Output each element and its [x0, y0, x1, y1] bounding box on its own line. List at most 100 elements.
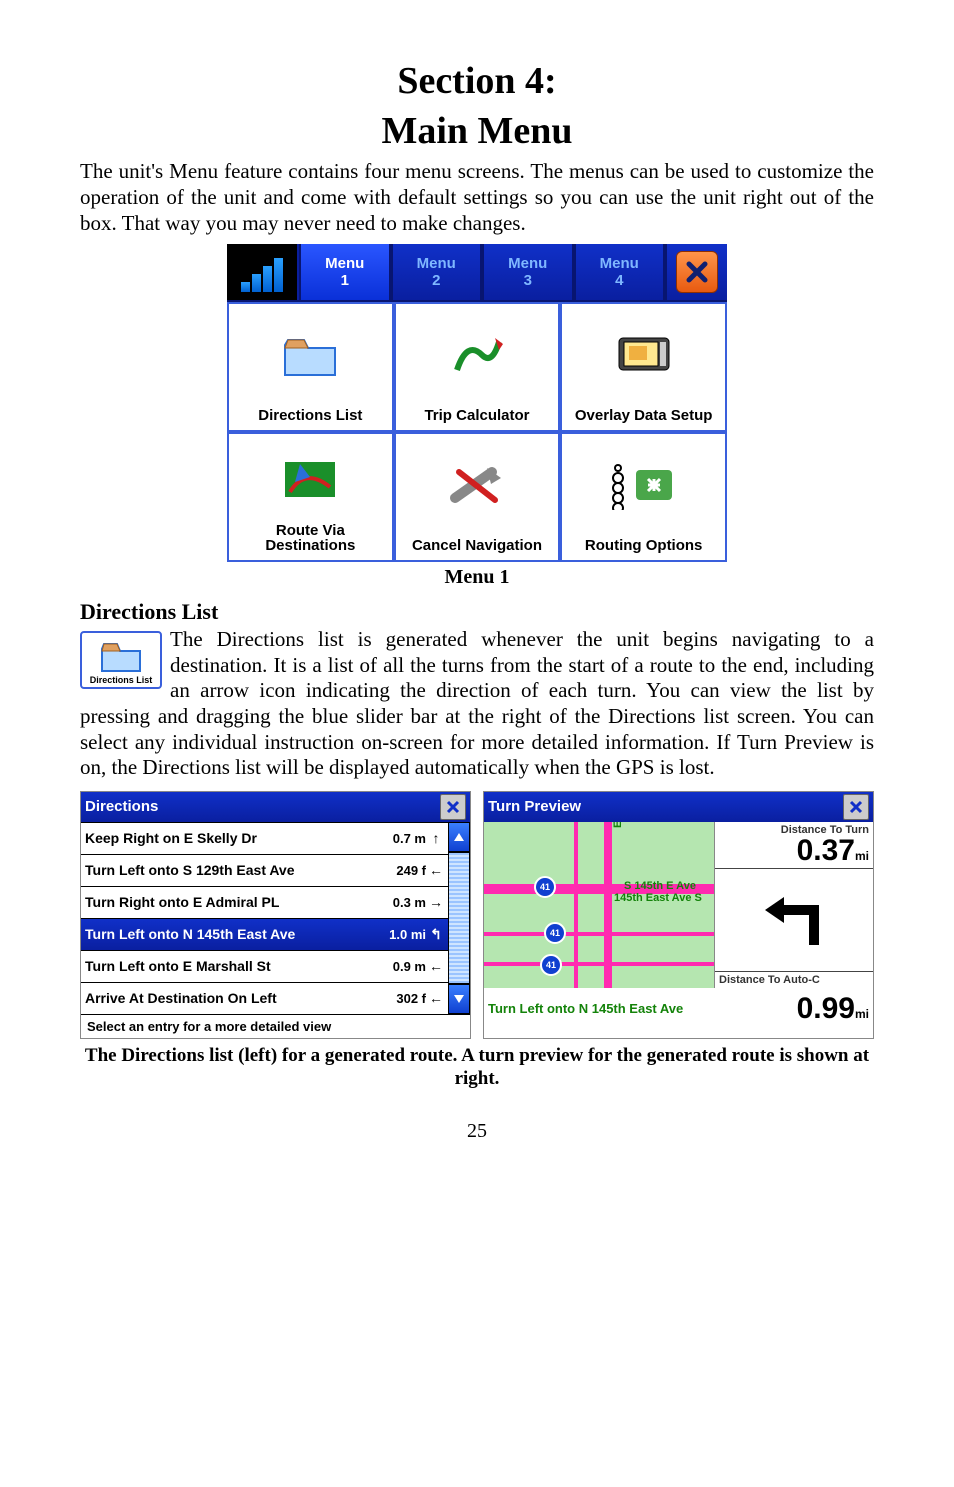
arrow-icon: ← [428, 990, 444, 1006]
scroll-up-button[interactable] [448, 822, 470, 852]
turn-arrow-box [715, 869, 873, 972]
tab-menu-1[interactable]: Menu 1 [299, 244, 391, 300]
panel-title: Turn Preview [488, 798, 581, 815]
menu-item-label: Directions List [258, 408, 362, 424]
close-button[interactable] [676, 251, 718, 293]
intro-paragraph: The unit's Menu feature contains four me… [80, 159, 874, 236]
route-icon [280, 434, 340, 521]
gps-device-icon [609, 304, 679, 406]
direction-distance: 1.0 mi [389, 927, 426, 942]
close-icon [685, 260, 709, 284]
tab-label: Menu [417, 255, 456, 272]
close-button[interactable] [843, 794, 869, 820]
distance-to-turn-box: Distance To Turn 0.37mi [715, 822, 873, 869]
close-button-container [665, 244, 727, 300]
direction-distance: 249 f [396, 863, 426, 878]
trip-calculator-icon [447, 304, 507, 406]
direction-distance: 0.7 m [393, 831, 426, 846]
direction-row[interactable]: Arrive At Destination On Left 302 f ← [81, 982, 448, 1014]
turn-preview-map[interactable]: 41 41 41 E Adm S 145th E Ave 145th East … [484, 822, 715, 988]
direction-text: Keep Right on E Skelly Dr [85, 830, 393, 846]
menu-item-cancel-navigation[interactable]: Cancel Navigation [394, 432, 561, 562]
menu-item-routing-options[interactable]: Routing Options [560, 432, 727, 562]
menu-tabbar: Menu 1 Menu 2 Menu 3 Menu 4 [227, 244, 727, 302]
distance-to-turn-value: 0.37 [797, 834, 855, 867]
turn-preview-sidebar: Distance To Turn 0.37mi Distance To Auto… [715, 822, 873, 988]
direction-distance: 302 f [396, 991, 426, 1006]
direction-row[interactable]: Turn Left onto S 129th East Ave 249 f ← [81, 854, 448, 886]
tab-number: 1 [341, 272, 349, 289]
menu-item-label: Route Via Destinations [229, 523, 392, 555]
distance-to-auto-box: Distance To Auto-C [715, 972, 873, 988]
arrow-icon: ← [428, 862, 444, 878]
turn-preview-body: 41 41 41 E Adm S 145th E Ave 145th East … [484, 822, 873, 988]
route-shield-icon: 41 [540, 954, 562, 976]
menu1-figure: Menu 1 Menu 2 Menu 3 Menu 4 [80, 244, 874, 562]
close-button[interactable] [440, 794, 466, 820]
arrow-icon: ↑ [428, 830, 444, 846]
menu-item-route-via-destinations[interactable]: Route Via Destinations [227, 432, 394, 562]
tab-number: 3 [524, 272, 532, 289]
directions-rows: Keep Right on E Skelly Dr 0.7 m ↑ Turn L… [81, 822, 448, 1014]
menu1-caption: Menu 1 [80, 566, 874, 589]
directions-list-thumbnail: Directions List [80, 631, 162, 689]
scroll-track[interactable] [448, 852, 470, 984]
signal-strength-icon [227, 244, 299, 300]
menu-item-label: Trip Calculator [424, 408, 529, 424]
arrow-icon: → [428, 894, 444, 910]
route-shield-icon: 41 [534, 876, 556, 898]
cancel-navigation-icon [447, 434, 507, 536]
menu-item-label: Cancel Navigation [412, 538, 542, 554]
map-road-label: 145th East Ave S [614, 892, 702, 904]
turn-preview-titlebar: Turn Preview [484, 792, 873, 822]
distance-unit: mi [855, 1007, 869, 1021]
menu-item-overlay-data-setup[interactable]: Overlay Data Setup [560, 302, 727, 432]
map-road-label: E Adm [612, 822, 624, 828]
section-title-line2: Main Menu [80, 110, 874, 154]
direction-text: Turn Left onto N 145th East Ave [85, 926, 389, 942]
scroll-down-button[interactable] [448, 984, 470, 1014]
page-number: 25 [80, 1120, 874, 1143]
direction-row[interactable]: Turn Right onto E Admiral PL 0.3 m → [81, 886, 448, 918]
chevron-up-icon [453, 832, 465, 842]
directions-body: Keep Right on E Skelly Dr 0.7 m ↑ Turn L… [81, 822, 470, 1014]
menu-grid: Directions List Trip Calculator Overlay … [227, 302, 727, 562]
tab-menu-3[interactable]: Menu 3 [482, 244, 574, 300]
distance-to-auto-label: Distance To Auto-C [719, 974, 869, 986]
menu-item-label: Routing Options [585, 538, 702, 554]
route-shield-icon: 41 [544, 922, 566, 944]
direction-row[interactable]: Turn Left onto E Marshall St 0.9 m ← [81, 950, 448, 982]
direction-distance: 0.9 m [393, 959, 426, 974]
tab-label: Menu [508, 255, 547, 272]
menu-item-directions-list[interactable]: Directions List [227, 302, 394, 432]
directions-list-heading: Directions List [80, 599, 874, 625]
direction-row[interactable]: Keep Right on E Skelly Dr 0.7 m ↑ [81, 822, 448, 854]
tab-number: 2 [432, 272, 440, 289]
direction-text: Turn Left onto S 129th East Ave [85, 862, 396, 878]
direction-text: Arrive At Destination On Left [85, 990, 396, 1006]
thumbnail-label: Directions List [82, 675, 160, 685]
menu1-screen: Menu 1 Menu 2 Menu 3 Menu 4 [227, 244, 727, 562]
directions-titlebar: Directions [81, 792, 470, 822]
lower-figures-caption: The Directions list (left) for a generat… [80, 1045, 874, 1091]
direction-text: Turn Right onto E Admiral PL [85, 894, 393, 910]
tab-label: Menu [600, 255, 639, 272]
directions-list-panel: Directions Keep Right on E Skelly Dr 0.7… [80, 791, 471, 1039]
folder-icon [98, 637, 144, 675]
scrollbar[interactable] [448, 822, 470, 1014]
turn-instruction: Turn Left onto N 145th East Ave [488, 1001, 797, 1016]
direction-row-selected[interactable]: Turn Left onto N 145th East Ave 1.0 mi ↰ [81, 918, 448, 950]
tab-label: Menu [325, 255, 364, 272]
lower-figures: Directions Keep Right on E Skelly Dr 0.7… [80, 791, 874, 1039]
turn-preview-panel: Turn Preview 41 41 41 E Adm S 145th E Av… [483, 791, 874, 1039]
routing-options-icon [604, 434, 684, 536]
section-title-line1: Section 4: [80, 60, 874, 104]
menu-item-label: Overlay Data Setup [575, 408, 713, 424]
tab-menu-4[interactable]: Menu 4 [574, 244, 666, 300]
chevron-down-icon [453, 994, 465, 1004]
map-road-label: S 145th E Ave [624, 880, 696, 892]
menu-item-trip-calculator[interactable]: Trip Calculator [394, 302, 561, 432]
arrow-icon: ← [428, 958, 444, 974]
arrow-icon: ↰ [428, 926, 444, 943]
tab-menu-2[interactable]: Menu 2 [391, 244, 483, 300]
